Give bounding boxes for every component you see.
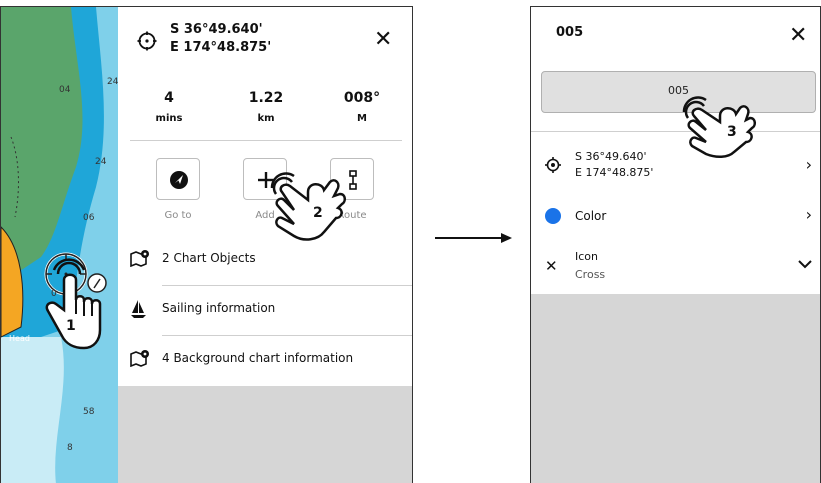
depth-label: 58 [83,407,95,417]
position-row[interactable]: S 36°49.640' E 174°48.875' › [531,147,820,187]
metric-value: 1.22 [248,90,284,106]
cross-icon: ✕ [545,257,558,275]
step-number: 3 [727,124,737,140]
color-swatch-icon [545,208,561,224]
waypoint-title: 005 [556,25,584,40]
chevron-right-icon: › [805,155,812,174]
sailboat-icon [131,300,146,318]
metric-time: 4 mins [134,90,204,124]
metric-unit: km [257,113,275,124]
waypoint-edit-panel: 005 ✕ 005 S 36°49.640' E 174°48.875' › C… [531,7,820,294]
metric-distance: 1.22 km [231,90,301,124]
depth-label: 24 [95,157,107,167]
instruction-figure: 04 24 24 06 58 8 0 Head S 36°49.640' E 1… [0,0,821,483]
goto-label: Go to [164,210,192,221]
close-icon[interactable]: ✕ [374,29,392,51]
metric-bearing: 008° M [327,90,397,124]
color-label: Color [575,209,607,223]
chart-info-icon [130,350,149,367]
crosshair-icon [545,157,561,173]
depth-label: 06 [83,213,95,223]
metric-value: 008° [343,90,381,106]
position-latitude: S 36°49.640' [170,22,263,37]
icon-value: Cross [575,268,606,281]
arrow-right-icon [435,233,512,243]
divider [130,140,402,141]
depth-label: 04 [59,85,71,95]
step-number: 1 [66,318,76,334]
list-item-background-chart-info[interactable]: 4 Background chart information [118,336,412,382]
position-longitude: E 174°48.875' [170,40,272,55]
icon-row[interactable]: ✕ Icon Cross [531,247,820,287]
place-label: Head [9,334,30,343]
map-graphic [1,7,118,483]
metric-value: 4 [164,90,174,106]
chevron-down-icon [798,260,812,269]
icon-label: Icon [575,250,598,263]
empty-area [531,294,820,483]
depth-label: 8 [67,443,73,453]
step-number: 2 [313,205,323,221]
navigate-icon [170,171,188,189]
metric-unit: mins [155,113,183,124]
chart-objects-icon [130,250,149,267]
metric-unit: M [357,113,367,124]
tap-hand-icon [45,258,102,350]
list-item-label: 2 Chart Objects [162,251,256,265]
position-longitude: E 174°48.875' [575,166,654,179]
goto-button[interactable] [156,158,200,200]
chart-map[interactable]: 04 24 24 06 58 8 0 Head [1,7,118,483]
color-row[interactable]: Color › [531,203,820,231]
depth-label: 24 [107,77,118,87]
chart-screen: 04 24 24 06 58 8 0 Head S 36°49.640' E 1… [0,6,413,483]
tap-hand-icon [682,96,756,158]
position-latitude: S 36°49.640' [575,150,647,163]
list-item-label: 4 Background chart information [162,351,354,365]
list-item-label: Sailing information [162,301,276,315]
chevron-right-icon: › [805,205,812,224]
crosshair-icon [137,31,157,51]
close-icon[interactable]: ✕ [789,25,807,47]
tap-hand-icon [270,172,346,241]
divider [531,131,820,132]
waypoint-edit-screen: 005 ✕ 005 S 36°49.640' E 174°48.875' › C… [530,6,821,483]
list-item-sailing-info[interactable]: Sailing information [118,286,412,332]
empty-area [118,386,412,483]
